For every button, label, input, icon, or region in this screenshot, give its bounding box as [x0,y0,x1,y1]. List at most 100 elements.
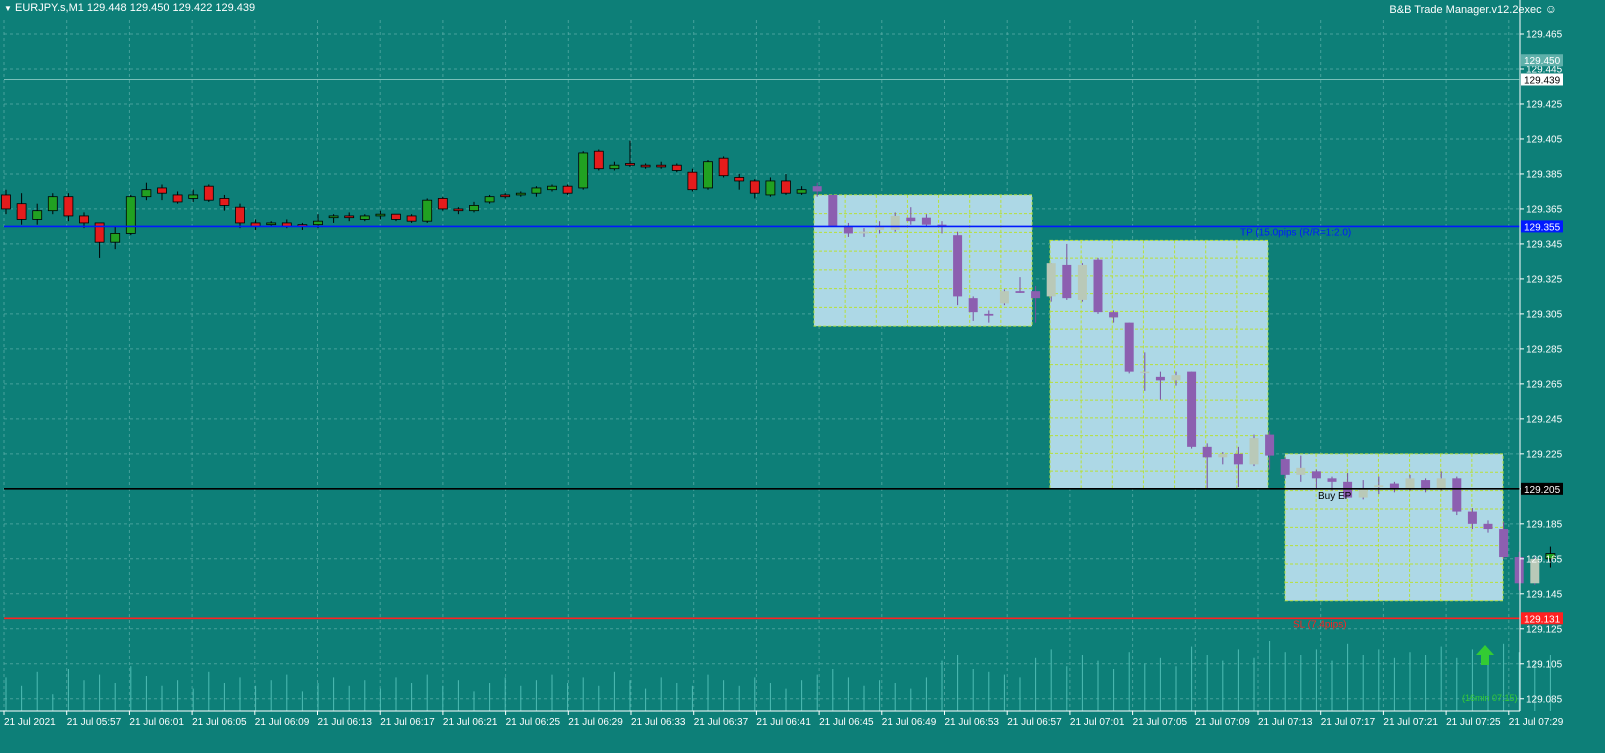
candle-body[interactable] [1280,459,1290,475]
candle-body[interactable] [313,220,323,226]
candle-body[interactable] [328,215,339,219]
candle-body[interactable] [1124,322,1134,372]
candle-body[interactable] [796,189,807,194]
time-tick-label: 21 Jul 05:57 [67,717,122,728]
candle-body[interactable] [1155,376,1165,381]
candle-body[interactable] [469,205,479,212]
candle-body[interactable] [906,217,916,222]
candle-body[interactable] [422,199,433,222]
candle-body[interactable] [157,187,167,194]
time-tick-label: 21 Jul 06:21 [443,717,498,728]
candle-body[interactable] [1171,375,1181,381]
candle-body[interactable] [953,235,963,297]
candle-body[interactable] [781,180,791,194]
chart-canvas[interactable]: TP (15.0pips (R/R=1:2.0) Buy EP SL (7.4pip… [0,0,1605,753]
symbol-header: ▼ EURJPY.s,M1 129.448 129.450 129.422 12… [4,2,255,14]
candle-body[interactable] [625,163,635,166]
candle-body[interactable] [1,194,11,210]
candle-body[interactable] [203,185,214,201]
candle-body[interactable] [172,194,183,203]
candle-body[interactable] [687,171,698,191]
candle-body[interactable] [1405,478,1415,489]
time-tick-label: 21 Jul 06:53 [945,717,1000,728]
candle-body[interactable] [453,208,464,212]
candle-body[interactable] [125,196,136,234]
candle-body[interactable] [266,222,277,226]
candle-body[interactable] [188,194,199,199]
candle-body[interactable] [1467,511,1477,524]
candle-body[interactable] [531,187,542,194]
candle-body[interactable] [515,192,526,196]
candle-body[interactable] [1077,264,1087,300]
candle-body[interactable] [1218,453,1228,458]
candle-body[interactable] [375,213,386,217]
candle-body[interactable] [859,231,869,234]
candle-body[interactable] [63,196,74,217]
candle-body[interactable] [812,186,822,192]
candle-body[interactable] [359,215,370,220]
candle-body[interactable] [578,152,589,189]
candle-body[interactable] [703,161,713,189]
candle-body[interactable] [1499,529,1509,558]
candle-body[interactable] [718,157,729,177]
candle-body[interactable] [391,213,401,220]
candle-body[interactable] [1436,478,1446,489]
candle-body[interactable] [843,226,853,234]
candle-body[interactable] [1249,438,1259,465]
candle-body[interactable] [1265,434,1275,456]
candle-body[interactable] [1031,291,1041,299]
candle-body[interactable] [1015,291,1025,293]
candle-body[interactable] [656,164,667,168]
candle-body[interactable] [1140,371,1150,374]
candle-body[interactable] [16,203,27,220]
candle-body[interactable] [406,215,417,222]
candle-body[interactable] [671,164,682,171]
candle-body[interactable] [1421,480,1431,489]
candle-body[interactable] [141,189,152,198]
candle-body[interactable] [235,206,245,224]
candle-body[interactable] [484,196,495,203]
candle-body[interactable] [968,298,978,313]
smiley-icon[interactable]: ☺ [1545,2,1557,16]
candle-body[interactable] [32,210,43,220]
candle-body[interactable] [749,180,760,194]
candle-body[interactable] [47,196,58,212]
candle-body[interactable] [921,217,931,225]
candle-body[interactable] [1358,488,1368,498]
candle-body[interactable] [593,150,604,170]
axis-tick-label: 129.425 [1526,99,1563,110]
candle-body[interactable] [562,185,573,194]
candle-body[interactable] [828,194,838,227]
candle-body[interactable] [547,185,557,191]
candle-body[interactable] [219,198,230,206]
candle-body[interactable] [765,180,776,196]
candle-body[interactable] [999,291,1009,304]
candle-body[interactable] [1062,264,1072,299]
candle-body[interactable] [1452,478,1462,512]
candle-body[interactable] [609,164,620,170]
candle-body[interactable] [79,215,89,224]
candle-body[interactable] [1296,467,1306,475]
candle-body[interactable] [1374,485,1384,488]
candle-body[interactable] [1327,478,1337,482]
candle-body[interactable] [1202,446,1212,458]
candle-body[interactable] [1046,263,1056,297]
candle-body[interactable] [734,177,745,182]
candle-body[interactable] [1311,471,1321,479]
candle-body[interactable] [110,233,121,243]
candle-body[interactable] [984,313,994,316]
candle-body[interactable] [437,198,448,210]
candle-body[interactable] [344,215,355,219]
candle-body[interactable] [890,215,900,230]
candle-body[interactable] [1233,453,1243,465]
candle-body[interactable] [500,194,511,198]
candle-body[interactable] [640,164,651,168]
current-price-tag-text: 129.439 [1524,75,1561,86]
candle-body[interactable] [1109,312,1119,318]
candle-body[interactable] [1187,371,1197,447]
candle-body[interactable] [1093,259,1103,313]
time-tick-label: 21 Jul 06:45 [819,717,874,728]
candle-body[interactable] [1483,523,1493,530]
menu-triangle-icon[interactable]: ▼ [4,4,12,13]
candle-body[interactable] [1514,557,1524,584]
